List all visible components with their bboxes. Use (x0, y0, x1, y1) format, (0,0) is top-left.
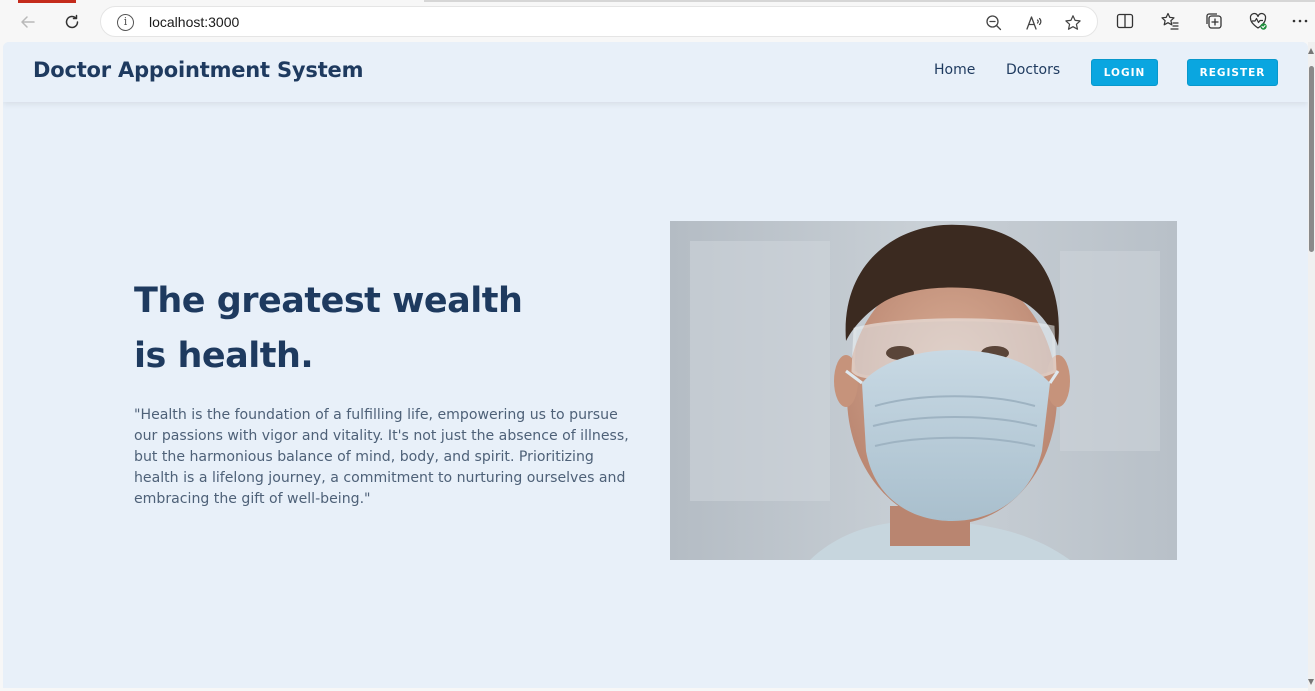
read-aloud-icon[interactable] (1025, 14, 1043, 32)
site-header: Doctor Appointment System Home Doctors L… (3, 42, 1308, 102)
star-icon[interactable] (1064, 14, 1082, 32)
back-arrow-icon[interactable] (14, 8, 42, 36)
zoom-out-icon[interactable] (985, 14, 1003, 32)
reload-icon[interactable] (58, 8, 86, 36)
scroll-up-arrow-icon[interactable] (1308, 48, 1314, 54)
register-button[interactable]: REGISTER (1187, 59, 1278, 86)
site-brand[interactable]: Doctor Appointment System (33, 58, 363, 82)
more-icon[interactable] (1290, 11, 1310, 31)
split-screen-icon[interactable] (1115, 11, 1135, 31)
tab-strip-border (424, 0, 1315, 2)
page-viewport: Doctor Appointment System Home Doctors L… (3, 42, 1308, 688)
page-scrollbar[interactable] (1308, 42, 1315, 691)
nav-link-home[interactable]: Home (934, 62, 975, 78)
url-text[interactable]: localhost:3000 (149, 14, 239, 30)
hero-title: The greatest wealth is health. (134, 274, 594, 384)
hero-title-line-1: The greatest wealth (134, 281, 523, 321)
nav-link-doctors[interactable]: Doctors (1006, 62, 1060, 78)
address-bar[interactable]: i localhost:3000 (100, 6, 1098, 37)
collections-icon[interactable] (1204, 11, 1224, 31)
info-icon[interactable]: i (117, 14, 134, 31)
favorites-icon[interactable] (1160, 11, 1180, 31)
scroll-down-arrow-icon[interactable] (1308, 679, 1314, 685)
browser-essentials-icon[interactable] (1248, 11, 1268, 31)
doctor-photo (670, 221, 1177, 560)
login-button[interactable]: LOGIN (1091, 59, 1158, 86)
hero-quote: "Health is the foundation of a fulfillin… (134, 407, 629, 507)
active-tab-indicator (18, 0, 76, 3)
browser-toolbar: i localhost:3000 (0, 0, 1315, 42)
scroll-thumb[interactable] (1309, 66, 1314, 252)
hero-title-line-2: is health. (134, 336, 314, 376)
